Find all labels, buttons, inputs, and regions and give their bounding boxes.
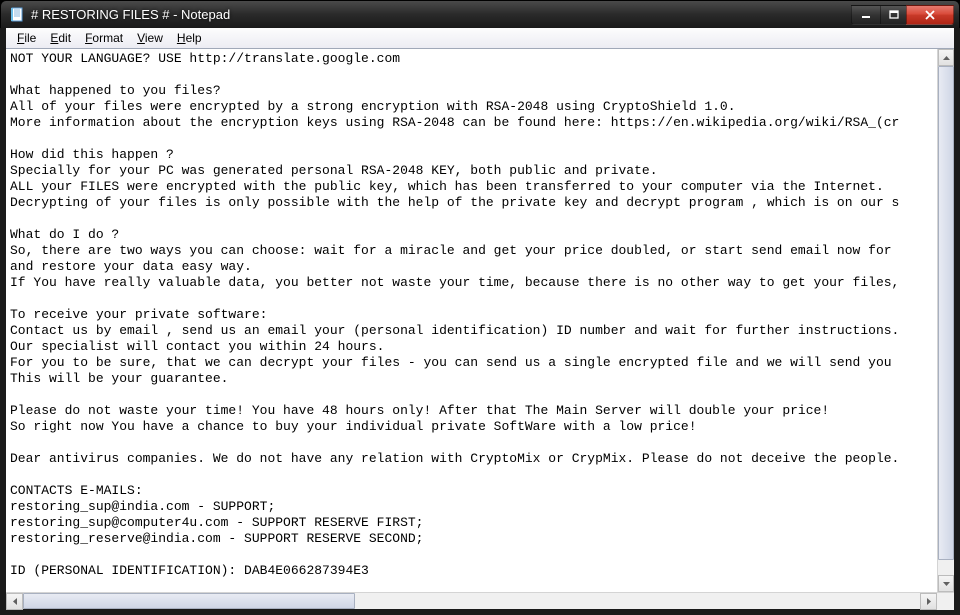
menu-help-rest: elp <box>186 31 202 45</box>
horizontal-scroll-track[interactable] <box>23 593 920 609</box>
close-button[interactable] <box>906 5 954 25</box>
content-area: NOT YOUR LANGUAGE? USE http://translate.… <box>6 49 954 592</box>
menu-edit[interactable]: Edit <box>43 29 78 47</box>
minimize-button[interactable] <box>851 5 881 25</box>
horizontal-scrollbar <box>6 592 954 609</box>
menu-view-rest: iew <box>145 31 163 45</box>
menu-help[interactable]: Help <box>170 29 209 47</box>
window-title: # RESTORING FILES # - Notepad <box>31 7 852 22</box>
scroll-left-button[interactable] <box>6 593 23 610</box>
scroll-right-button[interactable] <box>920 593 937 610</box>
titlebar[interactable]: # RESTORING FILES # - Notepad <box>0 0 960 28</box>
menubar: File Edit Format View Help <box>6 28 954 49</box>
window-controls <box>852 5 954 25</box>
notepad-icon <box>9 7 25 23</box>
vertical-scrollbar <box>937 49 954 592</box>
maximize-button[interactable] <box>880 5 907 25</box>
text-editor[interactable]: NOT YOUR LANGUAGE? USE http://translate.… <box>6 49 937 592</box>
menu-format-rest: ormat <box>92 31 123 45</box>
vertical-scroll-thumb[interactable] <box>938 66 954 560</box>
horizontal-scroll-thumb[interactable] <box>23 593 355 609</box>
menu-format[interactable]: Format <box>78 29 130 47</box>
menu-edit-rest: dit <box>58 31 71 45</box>
scroll-down-button[interactable] <box>938 575 954 592</box>
scroll-corner <box>937 593 954 610</box>
scroll-up-button[interactable] <box>938 49 954 66</box>
menu-view[interactable]: View <box>130 29 170 47</box>
menu-file-rest: ile <box>24 31 36 45</box>
menu-file[interactable]: File <box>10 29 43 47</box>
vertical-scroll-track[interactable] <box>938 66 954 575</box>
